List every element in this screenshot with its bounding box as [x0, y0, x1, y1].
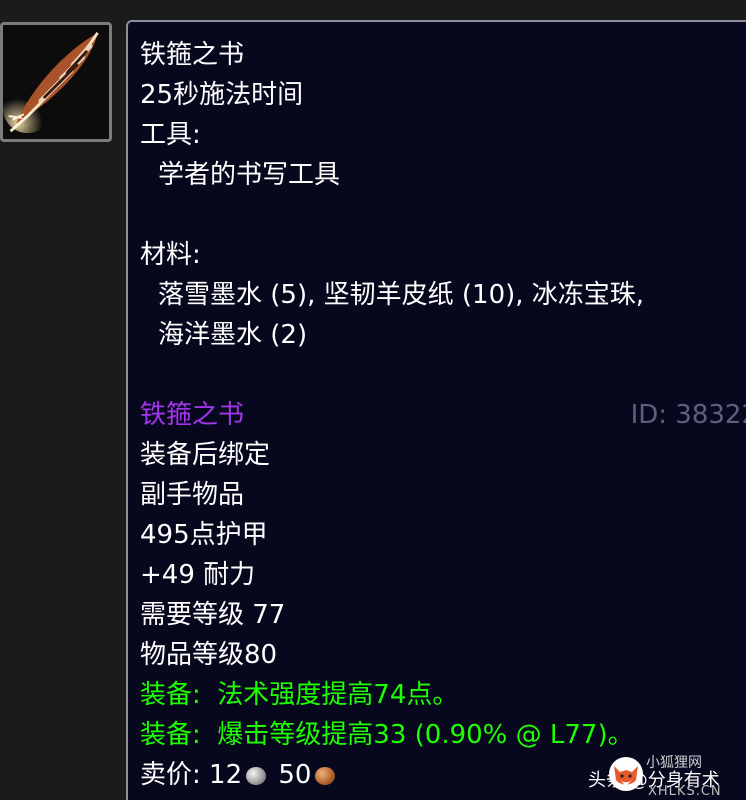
stamina-stat: +49 耐力	[140, 560, 256, 590]
silver-coin-icon	[246, 767, 267, 785]
feather-quill-icon	[3, 25, 109, 139]
sell-price-label: 卖价:	[140, 760, 201, 790]
equip-effect-crit: 装备: 爆击等级提高33 (0.90% @ L77)。	[140, 720, 634, 750]
watermark: 小狐狸网 头条 @分身有术 XHLKS.CN	[588, 752, 746, 800]
cast-time: 25秒施法时间	[140, 80, 304, 110]
item-slot: 副手物品	[140, 480, 245, 510]
materials-line-2: 海洋墨水 (2)	[158, 320, 308, 350]
recipe-title: 铁箍之书	[140, 40, 245, 70]
item-name[interactable]: 铁箍之书	[140, 398, 244, 432]
copper-coin-icon	[315, 767, 336, 785]
item-tooltip: 铁箍之书 25秒施法时间 工具: 学者的书写工具 材料: 落雪墨水 (5), 坚…	[126, 20, 746, 800]
item-icon-frame[interactable]	[0, 22, 112, 142]
item-id-label: ID: 38322	[630, 400, 746, 430]
materials-label: 材料:	[140, 240, 201, 270]
sell-price: 卖价: 12 50	[140, 758, 339, 792]
equip-effect-spellpower: 装备: 法术强度提高74点。	[140, 680, 459, 710]
bind-type: 装备后绑定	[140, 440, 271, 470]
fox-logo-icon	[609, 757, 643, 791]
tools-label: 工具:	[140, 120, 201, 150]
armor-value: 495点护甲	[140, 520, 268, 550]
tool-name: 学者的书写工具	[158, 160, 341, 190]
required-level: 需要等级 77	[140, 600, 286, 630]
materials-line-1: 落雪墨水 (5), 坚韧羊皮纸 (10), 冰冻宝珠,	[158, 280, 645, 310]
sell-price-copper: 50	[278, 760, 312, 790]
watermark-domain: XHLKS.CN	[648, 784, 722, 799]
item-level: 物品等级80	[140, 640, 278, 670]
sell-price-silver: 12	[209, 760, 243, 790]
